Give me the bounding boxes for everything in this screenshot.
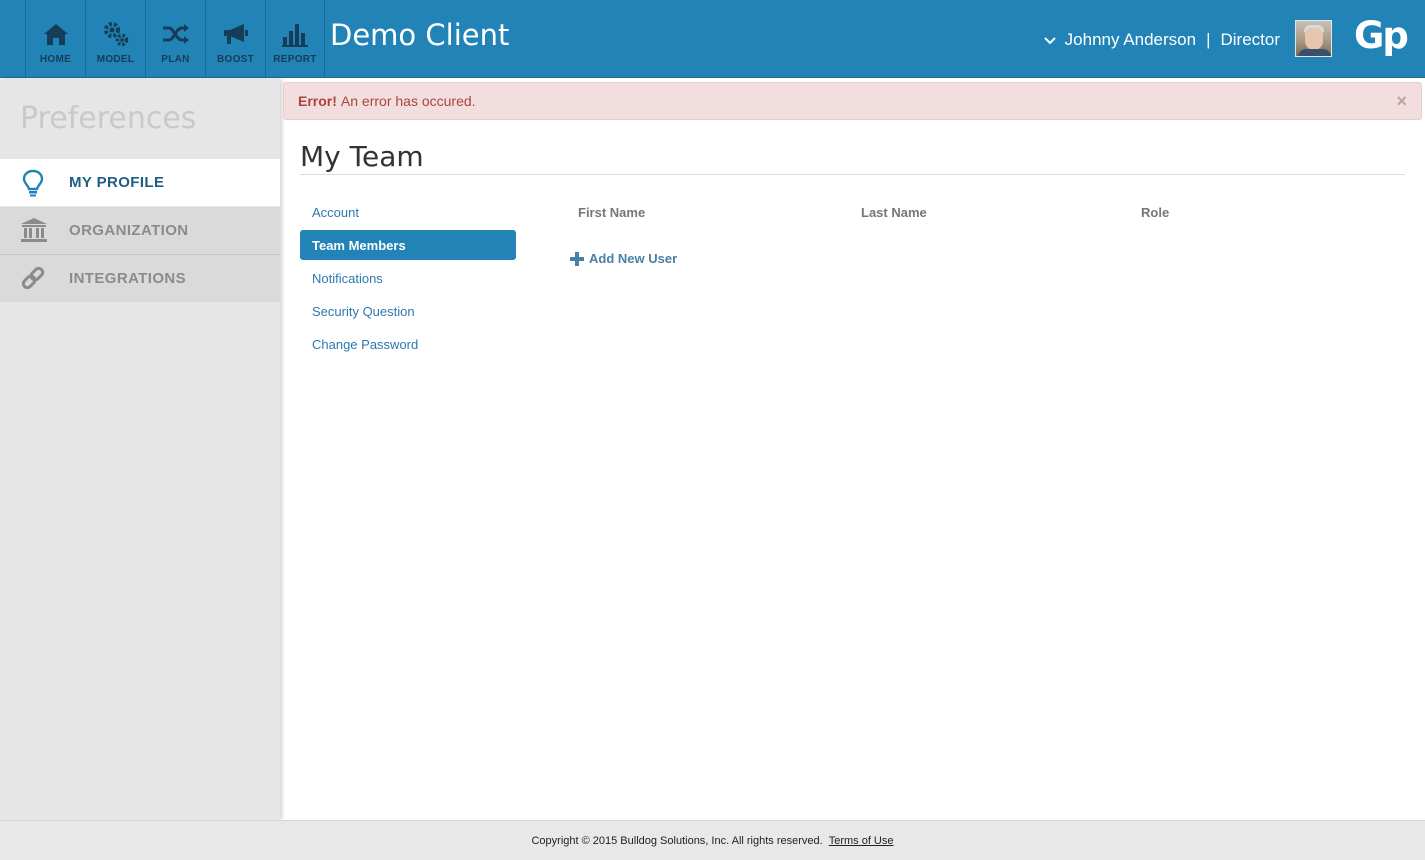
main-nav: HOME MODEL PLAN BOOST REPORT	[25, 0, 325, 78]
footer: Copyright © 2015 Bulldog Solutions, Inc.…	[0, 820, 1425, 860]
plus-icon	[570, 251, 584, 266]
sidebar-item-label: ORGANIZATION	[69, 222, 189, 239]
user-role: Director	[1220, 30, 1280, 49]
sidebar-item-organization[interactable]: ORGANIZATION	[0, 207, 280, 254]
subnav-change-password[interactable]: Change Password	[300, 329, 516, 359]
nav-report-button[interactable]: REPORT	[265, 0, 325, 78]
add-user-label: Add New User	[589, 251, 678, 266]
column-header-first-name[interactable]: First Name	[578, 205, 645, 220]
sidebar-title: Preferences	[20, 101, 197, 136]
chevron-down-icon	[1043, 33, 1057, 47]
nav-report-label: REPORT	[273, 54, 317, 65]
sidebar-item-my-profile[interactable]: MY PROFILE	[0, 159, 280, 206]
nav-home-label: HOME	[39, 54, 72, 65]
megaphone-icon	[222, 20, 250, 48]
link-icon	[20, 265, 46, 291]
alert-message: An error has occured.	[340, 93, 476, 109]
brand-logo[interactable]: Gp	[1354, 14, 1409, 57]
lightbulb-icon	[20, 169, 46, 197]
nav-plan-label: PLAN	[161, 54, 190, 65]
title-divider	[300, 174, 1405, 175]
sidebar-item-label: INTEGRATIONS	[69, 270, 187, 287]
sidebar-item-label: MY PROFILE	[69, 174, 165, 191]
client-title: Demo Client	[330, 18, 510, 52]
terms-link[interactable]: Terms of Use	[829, 835, 894, 847]
sidebar-item-integrations[interactable]: INTEGRATIONS	[0, 255, 280, 302]
nav-boost-button[interactable]: BOOST	[205, 0, 265, 78]
settings-subnav: Account Team Members Notifications Secur…	[300, 197, 516, 362]
copyright-text: Copyright © 2015 Bulldog Solutions, Inc.…	[531, 834, 823, 847]
gears-icon	[102, 20, 130, 48]
column-header-last-name[interactable]: Last Name	[861, 205, 927, 220]
bar-chart-icon	[281, 20, 309, 48]
subnav-account[interactable]: Account	[300, 197, 516, 227]
avatar[interactable]	[1295, 20, 1332, 57]
nav-plan-button[interactable]: PLAN	[145, 0, 205, 78]
error-alert: Error! An error has occured. ×	[283, 82, 1422, 120]
nav-model-label: MODEL	[96, 54, 135, 65]
subnav-notifications[interactable]: Notifications	[300, 263, 516, 293]
user-separator: |	[1206, 30, 1211, 49]
user-menu[interactable]: Johnny Anderson | Director	[1043, 30, 1280, 50]
nav-home-button[interactable]: HOME	[25, 0, 85, 78]
nav-boost-label: BOOST	[216, 54, 255, 65]
subnav-team-members[interactable]: Team Members	[300, 230, 516, 260]
alert-strong: Error!	[298, 93, 337, 109]
add-user-button[interactable]: Add New User	[570, 251, 677, 266]
bank-icon	[20, 217, 47, 243]
top-bar: HOME MODEL PLAN BOOST REPORT Demo Client…	[0, 0, 1425, 78]
shuffle-icon	[162, 20, 190, 48]
subnav-security-question[interactable]: Security Question	[300, 296, 516, 326]
nav-model-button[interactable]: MODEL	[85, 0, 145, 78]
column-header-role[interactable]: Role	[1141, 205, 1169, 220]
user-name: Johnny Anderson	[1064, 30, 1197, 49]
home-icon	[42, 20, 70, 48]
page-title: My Team	[300, 140, 424, 173]
sidebar: Preferences MY PROFILE ORGANIZATION INTE…	[0, 79, 280, 820]
close-icon[interactable]: ×	[1396, 91, 1407, 112]
